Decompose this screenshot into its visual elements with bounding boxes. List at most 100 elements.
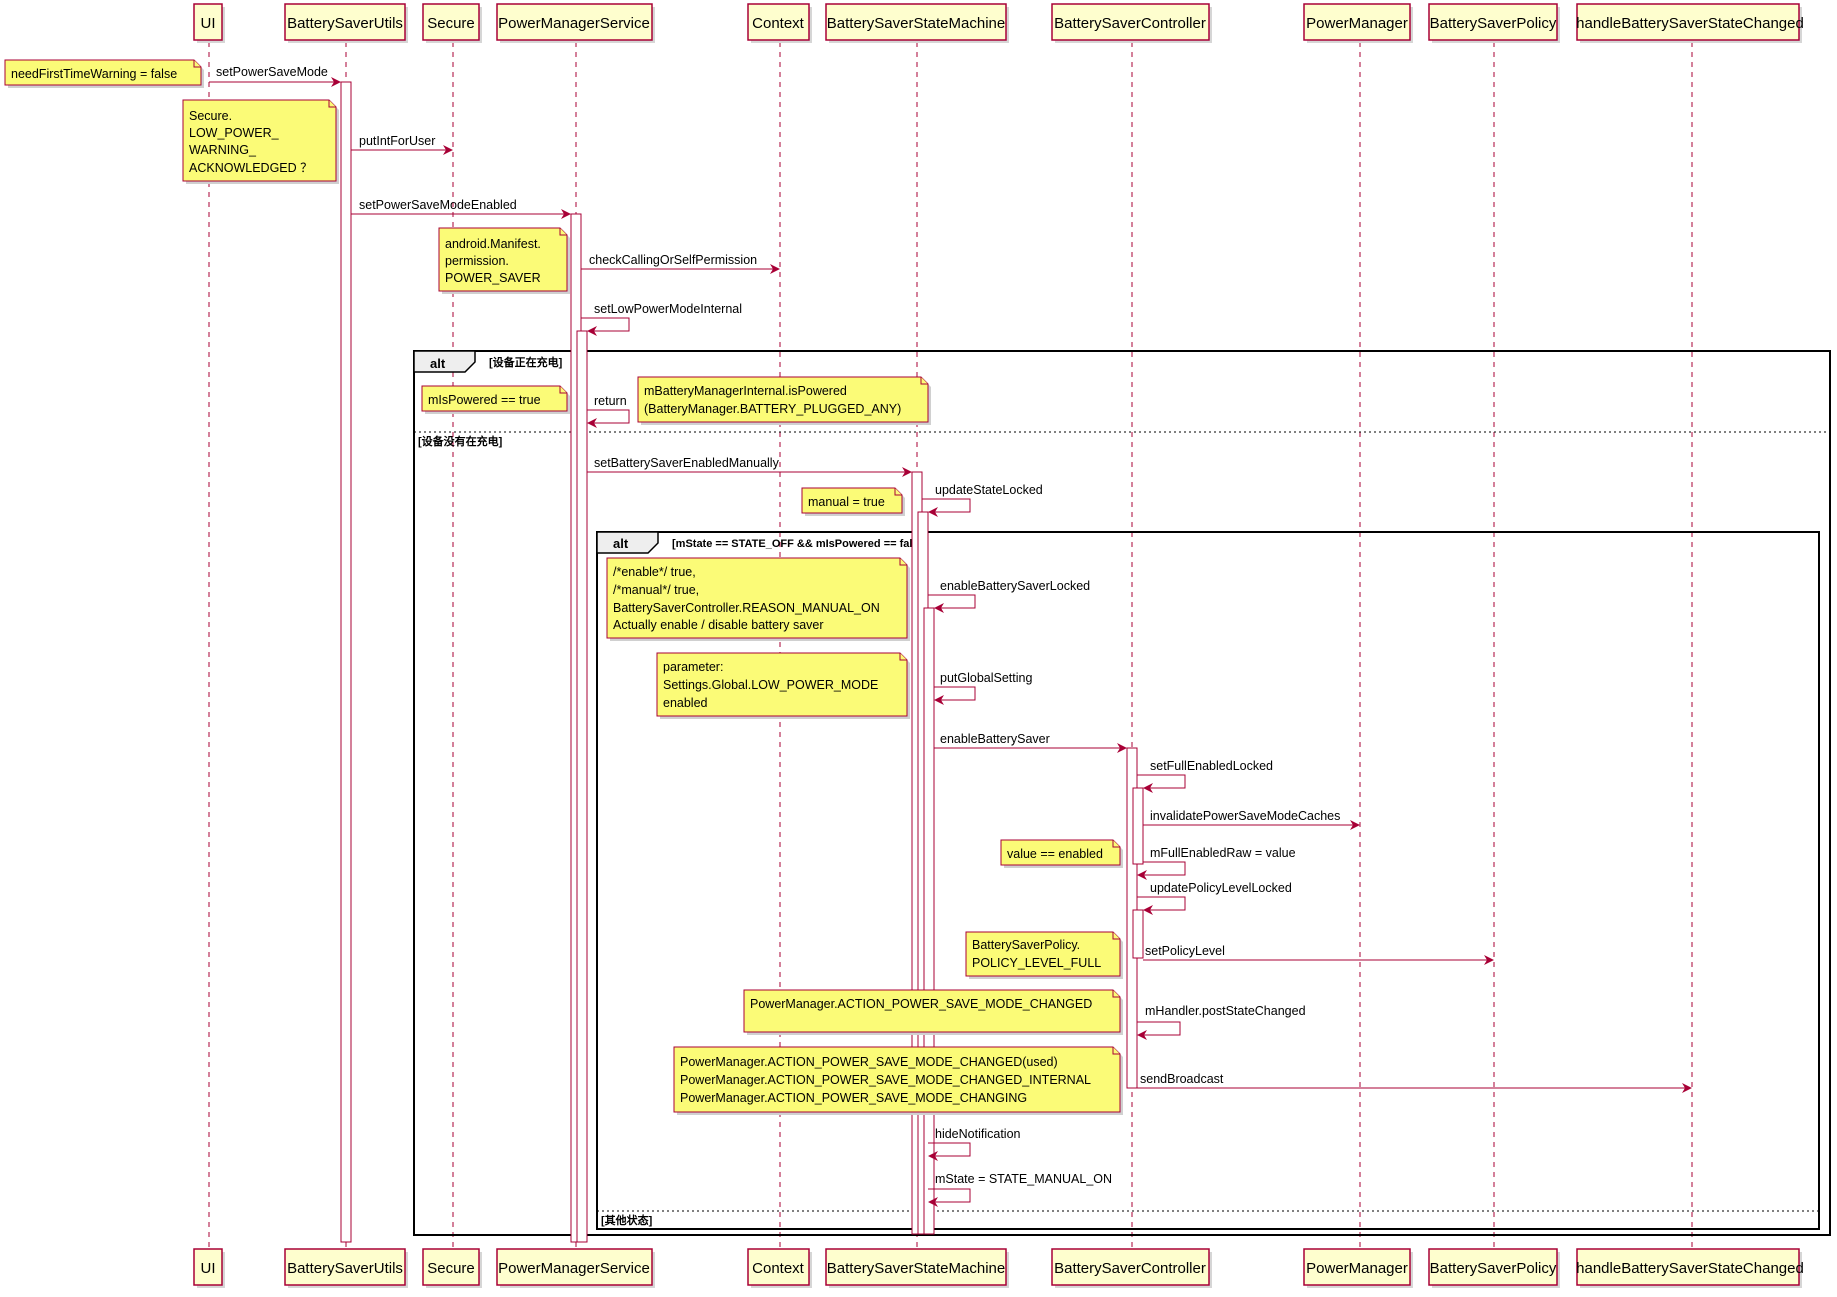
note-policy-level-full: BatterySaverPolicy. POLICY_LEVEL_FULL bbox=[965, 931, 1123, 979]
activation-battery-saver-utils bbox=[340, 81, 352, 1243]
activation-controller-nested bbox=[1132, 787, 1144, 865]
message-return: return bbox=[587, 394, 630, 428]
message-check-calling-or-self-permission-label: checkCallingOrSelfPermission bbox=[589, 253, 757, 267]
participant-battery-saver-state-machine: BatterySaverStateMachine bbox=[825, 3, 1009, 43]
message-update-state-locked-label: updateStateLocked bbox=[935, 483, 1043, 497]
note-battery-manager-is-powered-line-1: mBatteryManagerInternal.isPowered bbox=[644, 384, 847, 398]
participant-handle-battery-saver-state-changed-bottom: handleBatterySaverStateChanged bbox=[1576, 1248, 1804, 1288]
note-android-permission-line-1: android.Manifest. bbox=[445, 237, 541, 251]
message-set-policy-level: setPolicyLevel bbox=[1143, 944, 1494, 965]
message-set-low-power-mode-internal-label: setLowPowerModeInternal bbox=[594, 302, 742, 316]
note-value-enabled-text: value == enabled bbox=[1007, 847, 1103, 861]
participant-secure-bottom-label: Secure bbox=[427, 1260, 475, 1277]
participant-battery-saver-controller: BatterySaverController bbox=[1051, 3, 1212, 43]
message-enable-battery-saver: enableBatterySaver bbox=[934, 732, 1127, 753]
sequence-diagram: UI BatterySaverUtils Secure PowerManager… bbox=[0, 0, 1837, 1292]
message-m-state-manual-on: mState = STATE_MANUAL_ON bbox=[928, 1172, 1112, 1207]
message-m-handler-post-state-changed-label: mHandler.postStateChanged bbox=[1145, 1004, 1306, 1018]
participant-battery-saver-state-machine-bottom-label: BatterySaverStateMachine bbox=[827, 1260, 1005, 1277]
alt-outer-else-guard: [设备没有在充电] bbox=[418, 434, 503, 448]
note-m-is-powered-true-text: mIsPowered == true bbox=[428, 393, 541, 407]
note-parameter-low-power-mode-line-1: parameter: bbox=[663, 660, 723, 674]
participant-power-manager-bottom: PowerManager bbox=[1303, 1248, 1413, 1288]
message-update-policy-level-locked: updatePolicyLevelLocked bbox=[1137, 881, 1292, 915]
participant-power-manager-label: PowerManager bbox=[1306, 15, 1408, 32]
participants-top: UI BatterySaverUtils Secure PowerManager… bbox=[193, 3, 1804, 43]
participant-battery-saver-state-machine-label: BatterySaverStateMachine bbox=[827, 15, 1005, 32]
message-set-low-power-mode-internal: setLowPowerModeInternal bbox=[581, 302, 742, 336]
message-put-global-setting-label: putGlobalSetting bbox=[940, 671, 1032, 685]
note-secure-low-power-line-3: WARNING_ bbox=[189, 143, 257, 157]
message-send-broadcast: sendBroadcast bbox=[1137, 1072, 1692, 1093]
alt-outer-keyword: alt bbox=[430, 356, 446, 371]
participant-power-manager: PowerManager bbox=[1303, 3, 1413, 43]
participant-battery-saver-state-machine-bottom: BatterySaverStateMachine bbox=[825, 1248, 1009, 1288]
participant-ui-label: UI bbox=[201, 15, 216, 32]
message-set-battery-saver-enabled-manually-label: setBatterySaverEnabledManually bbox=[594, 456, 780, 470]
messages: setPowerSaveMode putIntForUser setPowerS… bbox=[209, 65, 1692, 1207]
note-parameter-low-power-mode-line-2: Settings.Global.LOW_POWER_MODE bbox=[663, 678, 878, 692]
note-enable-manual-params-line-1: /*enable*/ true, bbox=[613, 565, 696, 579]
activation-state-machine-nested-2 bbox=[923, 607, 935, 1235]
message-enable-battery-saver-locked-label: enableBatterySaverLocked bbox=[940, 579, 1090, 593]
participant-battery-saver-controller-label: BatterySaverController bbox=[1054, 15, 1206, 32]
message-invalidate-power-save-mode-caches-label: invalidatePowerSaveModeCaches bbox=[1150, 809, 1340, 823]
participant-battery-saver-utils-bottom-label: BatterySaverUtils bbox=[287, 1260, 403, 1277]
participant-battery-saver-policy-bottom-label: BatterySaverPolicy bbox=[1430, 1260, 1557, 1277]
activation-power-manager-service-nested bbox=[576, 330, 588, 1243]
message-set-power-save-mode-label: setPowerSaveMode bbox=[216, 65, 328, 79]
participant-battery-saver-controller-bottom: BatterySaverController bbox=[1051, 1248, 1212, 1288]
note-policy-level-full-line-2: POLICY_LEVEL_FULL bbox=[972, 956, 1101, 970]
note-need-first-time-warning: needFirstTimeWarning = false bbox=[4, 59, 204, 88]
note-enable-manual-params: /*enable*/ true, /*manual*/ true, Batter… bbox=[606, 557, 910, 641]
note-enable-manual-params-line-2: /*manual*/ true, bbox=[613, 583, 699, 597]
message-set-power-save-mode: setPowerSaveMode bbox=[209, 65, 341, 87]
alt-outer-guard: [设备正在充电] bbox=[489, 355, 563, 369]
alt-inner-else-guard: [其他状态] bbox=[601, 1213, 653, 1227]
participant-handle-battery-saver-state-changed: handleBatterySaverStateChanged bbox=[1576, 3, 1804, 43]
note-android-permission-line-3: POWER_SAVER bbox=[445, 271, 541, 285]
note-parameter-low-power-mode: parameter: Settings.Global.LOW_POWER_MOD… bbox=[656, 652, 910, 719]
alt-inner-guard: [mState == STATE_OFF && mIsPowered == fa… bbox=[672, 538, 929, 550]
message-return-label: return bbox=[594, 394, 627, 408]
message-check-calling-or-self-permission: checkCallingOrSelfPermission bbox=[581, 253, 780, 274]
participant-ui: UI bbox=[193, 3, 225, 43]
message-update-state-locked: updateStateLocked bbox=[922, 483, 1043, 517]
note-parameter-low-power-mode-line-3: enabled bbox=[663, 696, 708, 710]
message-m-full-enabled-raw-label: mFullEnabledRaw = value bbox=[1150, 846, 1296, 860]
message-send-broadcast-label: sendBroadcast bbox=[1140, 1072, 1224, 1086]
sequence-diagram-canvas: UI BatterySaverUtils Secure PowerManager… bbox=[4, 3, 1831, 1288]
note-action-power-save-mode-changed: PowerManager.ACTION_POWER_SAVE_MODE_CHAN… bbox=[743, 989, 1123, 1035]
note-manual-true: manual = true bbox=[801, 487, 905, 516]
message-set-full-enabled-locked: setFullEnabledLocked bbox=[1137, 759, 1273, 793]
message-enable-battery-saver-locked: enableBatterySaverLocked bbox=[928, 579, 1090, 613]
participant-context-label: Context bbox=[752, 15, 805, 32]
participant-battery-saver-utils: BatterySaverUtils bbox=[284, 3, 408, 43]
alt-inner-keyword: alt bbox=[613, 536, 629, 551]
note-secure-low-power-line-4: ACKNOWLEDGED ？ bbox=[189, 161, 313, 175]
message-set-power-save-mode-enabled-label: setPowerSaveModeEnabled bbox=[359, 198, 517, 212]
message-put-int-for-user-label: putIntForUser bbox=[359, 134, 435, 148]
note-broadcast-actions: PowerManager.ACTION_POWER_SAVE_MODE_CHAN… bbox=[673, 1046, 1123, 1115]
participant-power-manager-service: PowerManagerService bbox=[496, 3, 655, 43]
participant-handle-battery-saver-state-changed-label: handleBatterySaverStateChanged bbox=[1576, 15, 1804, 32]
note-enable-manual-params-line-4: Actually enable / disable battery saver bbox=[613, 618, 824, 632]
participant-battery-saver-policy-label: BatterySaverPolicy bbox=[1430, 15, 1557, 32]
message-m-full-enabled-raw: mFullEnabledRaw = value bbox=[1137, 846, 1296, 880]
note-android-permission: android.Manifest. permission. POWER_SAVE… bbox=[438, 227, 570, 294]
note-broadcast-actions-line-2: PowerManager.ACTION_POWER_SAVE_MODE_CHAN… bbox=[680, 1073, 1091, 1087]
message-m-state-manual-on-label: mState = STATE_MANUAL_ON bbox=[935, 1172, 1112, 1186]
message-set-full-enabled-locked-label: setFullEnabledLocked bbox=[1150, 759, 1273, 773]
note-broadcast-actions-line-1: PowerManager.ACTION_POWER_SAVE_MODE_CHAN… bbox=[680, 1055, 1058, 1069]
participant-power-manager-service-label: PowerManagerService bbox=[498, 15, 650, 32]
note-value-enabled: value == enabled bbox=[1000, 839, 1123, 868]
participant-power-manager-service-bottom-label: PowerManagerService bbox=[498, 1260, 650, 1277]
note-battery-manager-is-powered-line-2: (BatteryManager.BATTERY_PLUGGED_ANY) bbox=[644, 402, 901, 416]
participant-battery-saver-policy-bottom: BatterySaverPolicy bbox=[1428, 1248, 1560, 1288]
participant-battery-saver-utils-bottom: BatterySaverUtils bbox=[284, 1248, 408, 1288]
note-action-power-save-mode-changed-text: PowerManager.ACTION_POWER_SAVE_MODE_CHAN… bbox=[750, 997, 1092, 1011]
participants-bottom: UI BatterySaverUtils Secure PowerManager… bbox=[193, 1248, 1804, 1288]
participant-context-bottom-label: Context bbox=[752, 1260, 805, 1277]
participant-secure-label: Secure bbox=[427, 15, 475, 32]
activation-controller-nested-2 bbox=[1132, 909, 1144, 959]
